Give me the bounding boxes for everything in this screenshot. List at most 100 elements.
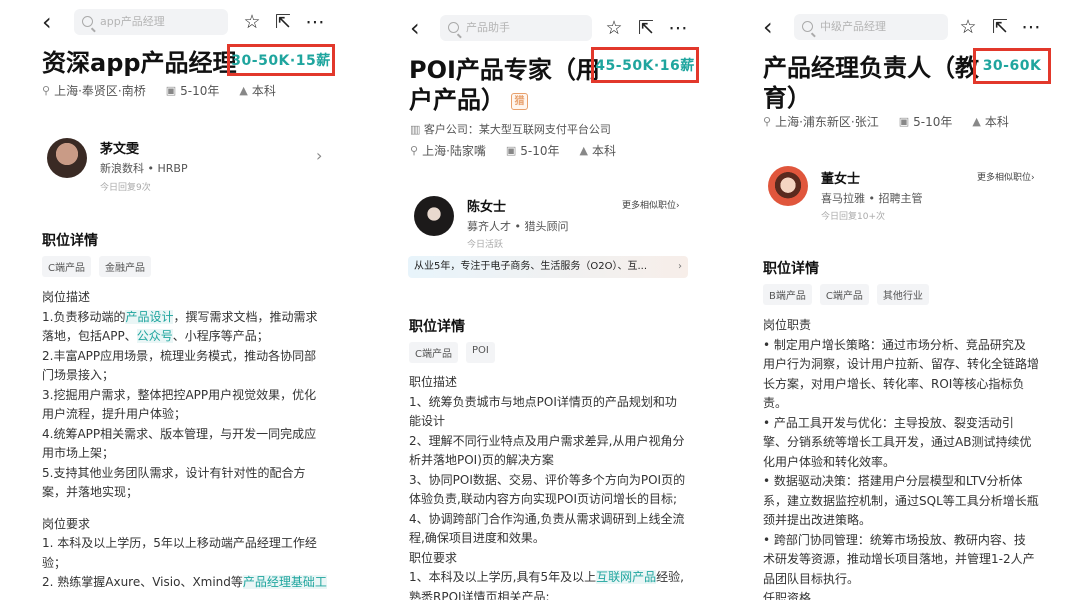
briefcase-icon: ▣ xyxy=(898,115,910,128)
more-icon[interactable]: ⋯ xyxy=(667,15,689,41)
text-line: 2.丰富APP应用场景，梳理业务模式，推动各协同部 xyxy=(42,348,317,363)
search-input[interactable]: 中级产品经理 xyxy=(794,14,948,40)
keyword-link[interactable]: 产品设计 xyxy=(125,309,174,324)
job-panel-1: ‹ app产品经理 ☆ ⇱ ⋯ 资深app产品经理 30-50K·15薪 ⚲ 上… xyxy=(0,0,350,600)
text-line: 5.支持其他业务团队需求，设计有针对性的配合方 xyxy=(42,465,306,480)
recruiter-avatar xyxy=(47,138,87,178)
recruiter-card[interactable]: 茅文雯 新浪数科 • HRBP 今日回复9次 › xyxy=(0,130,350,193)
search-placeholder: 产品助手 xyxy=(466,21,510,34)
location-pin-icon: ⚲ xyxy=(763,115,772,128)
job-meta: ⚲ 上海·浦东新区·张江 ▣ 5-10年 ▲ 本科 xyxy=(763,113,1009,130)
more-similar-link[interactable]: 更多相似职位› xyxy=(977,170,1035,183)
keyword-link[interactable]: 公众号 xyxy=(136,329,173,343)
text-line: 1. 本科及以上学历，5年以上移动端产品经理工作经 xyxy=(42,536,317,550)
top-bar: ‹ app产品经理 ☆ ⇱ ⋯ xyxy=(0,9,350,49)
salary: 45-50K·16薪 xyxy=(595,58,695,74)
text-line: 1.负责移动端的产品设计，撰写需求文档，推动需求 xyxy=(42,309,318,324)
text-line: 责。 xyxy=(763,396,788,410)
job-description: 岗位描述 1.负责移动端的产品设计，撰写需求文档，推动需求 落地，包括APP、公众… xyxy=(42,288,327,593)
text-line: 3、协同POI数据、交易、评价等多个方向为POI页的 xyxy=(409,472,686,487)
salary-highlight: 30-50K·15薪 xyxy=(227,44,335,76)
recruiter-name: 陈女士 xyxy=(467,200,507,215)
job-title-line1: POI产品专家（用 xyxy=(409,56,600,84)
text-line: 案，并落地实现； xyxy=(42,485,139,499)
keyword-link[interactable]: 互联网产品 xyxy=(596,570,657,584)
back-chevron-icon[interactable]: ‹ xyxy=(42,9,60,35)
search-icon xyxy=(82,16,93,27)
location-pin-icon: ⚲ xyxy=(42,84,51,97)
recruiter-name: 董女士 xyxy=(821,172,861,187)
chevron-right-icon[interactable]: › xyxy=(316,146,322,165)
search-icon xyxy=(802,21,813,32)
location-pin-icon: ⚲ xyxy=(410,144,419,157)
text-line: 2. 熟练掌握Axure、Visio、Xmind等产品经理基础工 xyxy=(42,575,327,589)
text-line: 任职资格 xyxy=(763,591,812,600)
recruiter-company: 喜马拉雅 • 招聘主管 xyxy=(821,192,923,205)
recruiter-avatar xyxy=(414,196,454,236)
share-icon[interactable]: ⇱ xyxy=(272,9,294,35)
back-chevron-icon[interactable]: ‹ xyxy=(410,15,428,41)
job-title-line2: 户产品）猎 xyxy=(409,85,600,115)
tag: C端产品 xyxy=(42,256,91,277)
text-line: 2、理解不同行业特点及用户需求差异,从用户视角分 xyxy=(409,433,685,448)
text-line: 化用户体验和转化效率。 xyxy=(763,454,896,469)
req-heading: 岗位要求 xyxy=(42,516,91,531)
job-title-line1: 产品经理负责人（教 xyxy=(763,54,979,82)
recruiter-name: 茅文雯 xyxy=(100,142,140,157)
text-line: • 制定用户增长策略：通过市场分析、竞品研究及 xyxy=(763,337,1026,352)
share-icon[interactable]: ⇱ xyxy=(635,15,657,41)
tag: 其他行业 xyxy=(876,284,929,305)
location: 上海·陆家嘴 xyxy=(422,144,486,158)
more-icon[interactable]: ⋯ xyxy=(1020,14,1042,40)
text-line: 4、协调跨部门合作沟通,负责从需求调研到上线全流 xyxy=(409,511,685,526)
graduation-cap-icon: ▲ xyxy=(579,144,589,157)
share-icon[interactable]: ⇱ xyxy=(989,14,1011,40)
job-panel-3: ‹ 中级产品经理 ☆ ⇱ ⋯ 产品经理负责人（教 育） 30-60K ⚲ 上海·… xyxy=(730,0,1080,600)
job-title: 产品经理负责人（教 育） xyxy=(763,53,979,113)
recruiter-card[interactable]: 陈女士 募齐人才 • 猎头顾问 今日活跃 更多相似职位› xyxy=(370,188,710,250)
job-title: 资深app产品经理 xyxy=(42,49,237,77)
recruiter-avatar xyxy=(768,166,808,206)
salary-highlight: 30-60K xyxy=(973,48,1051,84)
star-icon[interactable]: ☆ xyxy=(241,9,263,35)
headhunter-badge: 猎 xyxy=(511,92,528,110)
tag-list: C端产品 金融产品 xyxy=(42,256,151,277)
building-icon: ▥ xyxy=(410,123,424,136)
search-input[interactable]: app产品经理 xyxy=(74,9,228,35)
recruiter-card[interactable]: 董女士 喜马拉雅 • 招聘主管 今日回复10+次 更多相似职位› xyxy=(730,160,1080,222)
text-line: 系，建立数据监控机制，通过SQL等工具分析增长瓶 xyxy=(763,493,1039,508)
text-line: 析并落地POI)页的解决方案 xyxy=(409,453,554,467)
search-icon xyxy=(448,22,459,33)
location: 上海·浦东新区·张江 xyxy=(775,115,879,129)
graduation-cap-icon: ▲ xyxy=(972,115,981,128)
desc-heading: 岗位职责 xyxy=(763,318,812,332)
desc-heading: 岗位描述 xyxy=(42,290,91,304)
search-input[interactable]: 产品助手 xyxy=(440,15,592,41)
keyword-link[interactable]: 产品经理基础工 xyxy=(242,575,327,589)
text-line: 4.统筹APP相关需求、版本管理，与开发一同完成应 xyxy=(42,426,317,441)
text-line: • 数据驱动决策：搭建用户分层模型和LTV分析体 xyxy=(763,474,1023,488)
experience: 5-10年 xyxy=(520,144,560,158)
back-chevron-icon[interactable]: ‹ xyxy=(763,14,781,40)
text-line: 能设计 xyxy=(409,414,446,428)
section-title: 职位详情 xyxy=(42,233,98,249)
text-line: 用户流程，提升用户体验； xyxy=(42,407,187,421)
text-line: 落地，包括APP、公众号、小程序等产品； xyxy=(42,329,269,343)
text-line: 3.挖掘用户需求，整体把控APP用户视觉效果，优化 xyxy=(42,387,317,402)
more-similar-link[interactable]: 更多相似职位› xyxy=(622,198,680,211)
star-icon[interactable]: ☆ xyxy=(957,14,979,40)
star-icon[interactable]: ☆ xyxy=(603,15,625,41)
tag-list: C端产品 POI xyxy=(409,342,495,363)
recruiter-reply: 今日回复9次 xyxy=(100,183,151,193)
text-line: • 产品工具开发与优化：主导投放、裂变活动引 xyxy=(763,415,1014,430)
text-line: 长方案，对用户增长、转化率、ROI等核心指标负 xyxy=(763,376,1025,391)
tag: B端产品 xyxy=(763,284,812,305)
text-line: 1、统筹负责城市与地点POI详情页的产品规划和功 xyxy=(409,394,677,409)
recruiter-blurb[interactable]: 从业5年，专注于电子商务、生活服务（O2O）、互... › xyxy=(408,256,688,278)
education: 本科 xyxy=(984,115,1009,129)
recruiter-reply: 今日回复10+次 xyxy=(821,212,885,222)
job-meta: ⚲ 上海·陆家嘴 ▣ 5-10年 ▲ 本科 xyxy=(410,142,616,159)
text-line: 颈并提出改进策略。 xyxy=(763,513,872,527)
more-icon[interactable]: ⋯ xyxy=(304,9,326,35)
job-description: 岗位职责 • 制定用户增长策略：通过市场分析、竞品研究及 用户行为洞察，设计用户拉… xyxy=(763,316,1039,600)
